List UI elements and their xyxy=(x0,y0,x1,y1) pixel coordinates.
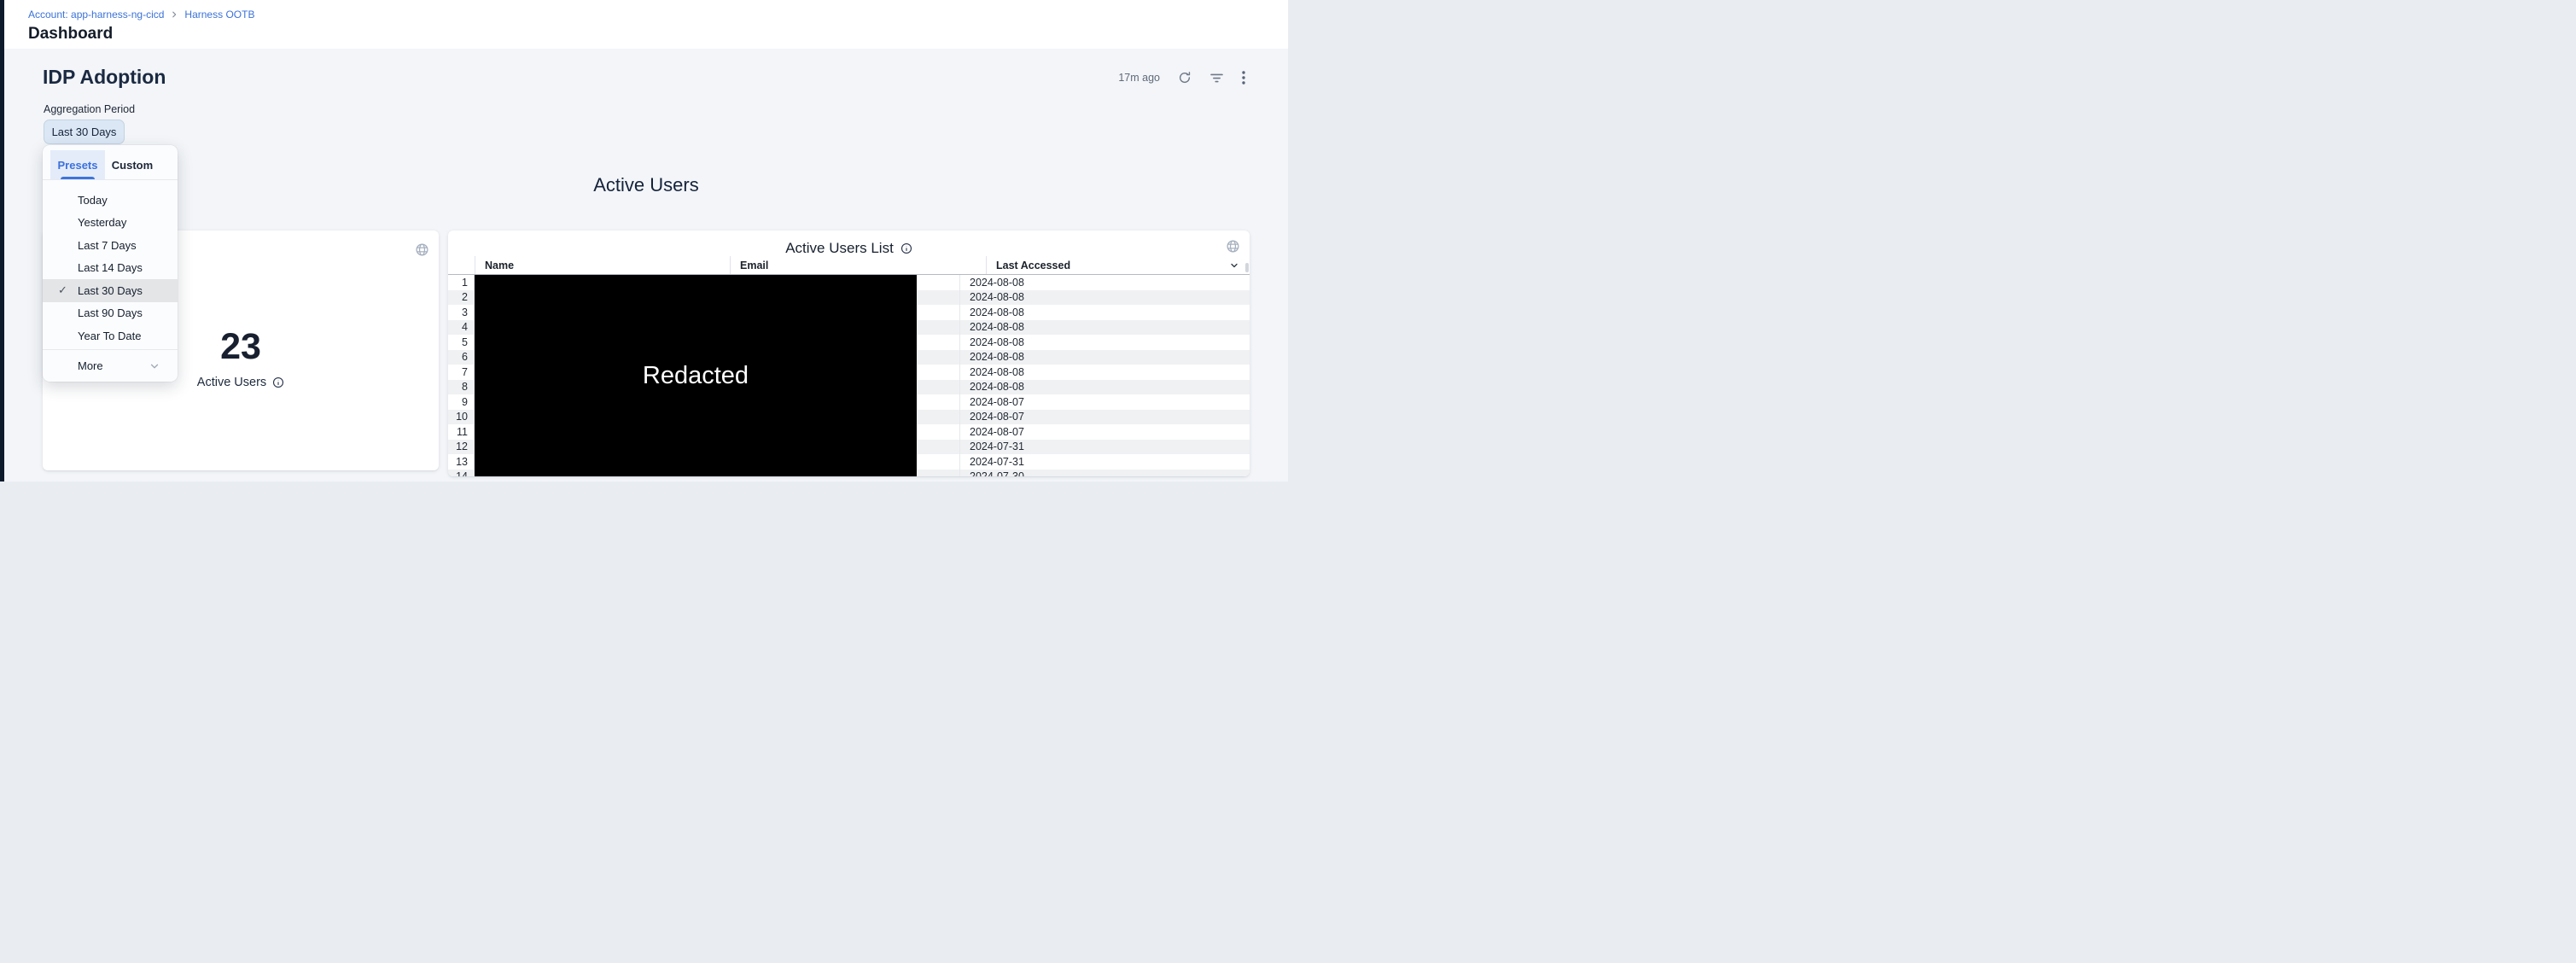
dropdown-tabs: Presets Custom xyxy=(43,150,178,180)
column-header-name: Name xyxy=(475,256,730,274)
row-number-cell: 14 xyxy=(448,470,475,477)
preset-menu-item-label: Yesterday xyxy=(78,216,126,229)
tab-presets[interactable]: Presets xyxy=(50,150,105,179)
tab-custom[interactable]: Custom xyxy=(105,150,160,179)
column-header-email: Email xyxy=(730,256,986,274)
last-accessed-cell: 2024-08-08 xyxy=(959,275,1250,290)
chevron-down-icon xyxy=(149,360,160,372)
row-number-cell: 6 xyxy=(448,350,475,365)
collapsed-sidebar[interactable] xyxy=(0,0,4,482)
check-icon: ✓ xyxy=(58,283,67,297)
row-number-cell: 3 xyxy=(448,305,475,320)
more-menu-item[interactable]: More xyxy=(43,349,178,382)
chevron-right-icon xyxy=(170,10,178,19)
preset-menu-item[interactable]: ✓ Last 90 Days xyxy=(43,302,178,325)
breadcrumb: Account: app-harness-ng-cicd Harness OOT… xyxy=(28,9,254,20)
last-accessed-cell: 2024-07-31 xyxy=(959,440,1250,455)
globe-icon[interactable] xyxy=(415,242,429,257)
metric-label-text: Active Users xyxy=(197,376,266,389)
last-accessed-cell: 2024-08-08 xyxy=(959,350,1250,365)
more-label: More xyxy=(78,359,103,372)
last-accessed-cell: 2024-08-07 xyxy=(959,424,1250,440)
top-header-band: Account: app-harness-ng-cicd Harness OOT… xyxy=(4,0,1288,49)
last-accessed-cell: 2024-08-08 xyxy=(959,320,1250,336)
redacted-label: Redacted xyxy=(643,362,749,390)
row-number-cell: 2 xyxy=(448,290,475,306)
dashboard-actions: 17m ago xyxy=(1118,71,1245,85)
last-accessed-cell: 2024-08-07 xyxy=(959,410,1250,425)
preset-menu-item-label: Last 30 Days xyxy=(78,284,143,297)
refresh-icon[interactable] xyxy=(1178,71,1192,85)
row-number-cell: 8 xyxy=(448,380,475,395)
preset-menu-item[interactable]: ✓ Last 14 Days xyxy=(43,257,178,280)
page-title: Dashboard xyxy=(28,25,113,44)
row-number-column-header xyxy=(448,256,475,274)
preset-menu-item[interactable]: ✓ Last 30 Days xyxy=(43,279,178,302)
last-refreshed-label: 17m ago xyxy=(1118,72,1160,84)
preset-menu-item[interactable]: ✓ Today xyxy=(43,189,178,212)
preset-menu-item-label: Year To Date xyxy=(78,330,141,342)
redacted-overlay: Redacted xyxy=(475,275,917,476)
list-card-title-text: Active Users List xyxy=(785,240,894,257)
dashboard-page: { "breadcrumb": { "account": "Account: a… xyxy=(0,0,1288,482)
row-number-cell: 7 xyxy=(448,365,475,380)
info-icon[interactable] xyxy=(272,376,284,388)
kebab-menu-icon[interactable] xyxy=(1242,71,1245,85)
date-range-dropdown: Presets Custom ✓ Today ✓ Yesterday ✓ Las… xyxy=(43,145,178,382)
info-icon[interactable] xyxy=(900,242,912,254)
row-number-cell: 10 xyxy=(448,410,475,425)
last-accessed-cell: 2024-08-08 xyxy=(959,290,1250,306)
chevron-down-icon[interactable] xyxy=(1229,260,1239,271)
last-accessed-cell: 2024-08-08 xyxy=(959,335,1250,350)
row-number-cell: 13 xyxy=(448,454,475,470)
table-header: Name Email Last Accessed xyxy=(448,256,1250,275)
filter-icon[interactable] xyxy=(1209,73,1224,84)
dashboard-title: IDP Adoption xyxy=(43,66,166,89)
preset-menu-item-label: Today xyxy=(78,194,108,207)
preset-menu-item-label: Last 7 Days xyxy=(78,239,137,252)
breadcrumb-account-link[interactable]: Account: app-harness-ng-cicd xyxy=(28,9,164,20)
list-card-title: Active Users List xyxy=(448,240,1250,257)
preset-menu-item-label: Last 14 Days xyxy=(78,261,143,274)
last-accessed-cell: 2024-08-08 xyxy=(959,305,1250,320)
active-users-list-card: Active Users List Name Email Last Access… xyxy=(448,231,1250,476)
preset-menu-item[interactable]: ✓ Year To Date xyxy=(43,324,178,347)
preset-menu-item[interactable]: ✓ Yesterday xyxy=(43,212,178,235)
preset-menu-item[interactable]: ✓ Last 7 Days xyxy=(43,234,178,257)
globe-icon[interactable] xyxy=(1226,239,1240,254)
aggregation-period-button[interactable]: Last 30 Days xyxy=(44,120,125,144)
row-number-cell: 9 xyxy=(448,394,475,410)
last-accessed-cell: 2024-07-30 xyxy=(959,470,1250,477)
row-number-cell: 1 xyxy=(448,275,475,290)
breadcrumb-page-link[interactable]: Harness OOTB xyxy=(184,9,254,20)
metric-label: Active Users xyxy=(197,376,284,389)
row-number-cell: 5 xyxy=(448,335,475,350)
section-title: Active Users xyxy=(43,174,1250,196)
last-accessed-cell: 2024-08-08 xyxy=(959,380,1250,395)
preset-list: ✓ Today ✓ Yesterday ✓ Last 7 Days ✓ Last… xyxy=(43,180,178,347)
preset-menu-item-label: Last 90 Days xyxy=(78,306,143,319)
scrollbar-thumb[interactable] xyxy=(1245,263,1249,272)
last-accessed-cell: 2024-07-31 xyxy=(959,454,1250,470)
row-number-cell: 4 xyxy=(448,320,475,336)
row-number-cell: 12 xyxy=(448,440,475,455)
column-header-last-accessed-text: Last Accessed xyxy=(996,260,1070,271)
column-header-last-accessed: Last Accessed xyxy=(986,256,1250,274)
last-accessed-cell: 2024-08-07 xyxy=(959,394,1250,410)
last-accessed-cell: 2024-08-08 xyxy=(959,365,1250,380)
aggregation-period-label: Aggregation Period xyxy=(44,103,135,115)
row-number-cell: 11 xyxy=(448,424,475,440)
